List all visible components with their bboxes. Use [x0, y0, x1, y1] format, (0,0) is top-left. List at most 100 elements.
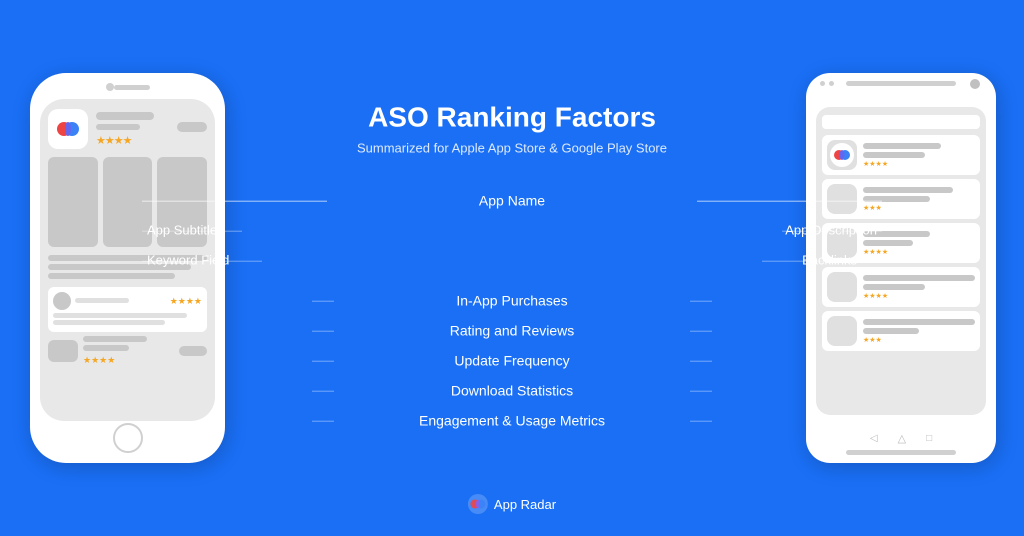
android-dot-2: [829, 81, 834, 86]
review-text-bar-2: [53, 320, 165, 325]
line-center-rating-l: [312, 330, 334, 331]
android-back-btn: ◁: [870, 433, 878, 444]
android-speaker: [846, 81, 956, 86]
bottom-text-area: ★★★★: [83, 336, 174, 366]
android-app-row-4: ★★★★: [822, 267, 980, 307]
factor-download: Download Statistics: [342, 375, 682, 405]
android-stars-2: ★★★: [863, 204, 975, 212]
line-center-update-l: [312, 360, 334, 361]
android-app-row-2: ★★★: [822, 179, 980, 219]
android-home-btn: △: [898, 432, 906, 445]
review-stars: ★★★★: [170, 296, 202, 307]
line-center-inapp-r: [690, 300, 712, 301]
app-subtitle-bar: [96, 124, 140, 130]
appname-label: App Name: [479, 192, 545, 208]
line-center-download-r: [690, 390, 712, 391]
factor-inapp: In-App Purchases: [342, 285, 682, 315]
app-radar-logo: [468, 494, 488, 514]
android-bottom-bar: [846, 450, 956, 455]
android-app-info-5: ★★★: [863, 319, 975, 344]
spacer-1: [342, 275, 682, 285]
iphone-speaker: [114, 85, 150, 90]
reviewer-name-bar: [75, 298, 129, 303]
review-item: ★★★★: [48, 287, 207, 332]
android-app-icon-5: [827, 316, 857, 346]
line-center-engagement-l: [312, 420, 334, 421]
reviewer-avatar: [53, 292, 71, 310]
android-app-sub-3: [863, 240, 913, 246]
screenshot-2: [103, 157, 153, 247]
android-app-sub-1: [863, 152, 925, 158]
inapp-label: In-App Purchases: [456, 292, 567, 308]
review-text-bar-1: [53, 313, 187, 318]
android-app-row-1: ★★★★: [822, 135, 980, 175]
android-app-name-4: [863, 275, 975, 281]
android-stars-4: ★★★★: [863, 292, 975, 300]
bottom-button-bar: [179, 346, 207, 356]
factors-container: App Name App Subtitle App Description Ke…: [342, 185, 682, 435]
subtitle-left-label: App Subtitle: [147, 223, 217, 238]
get-button-bottom: ★★★★: [48, 336, 207, 366]
iphone-mockup: ★★★★: [30, 73, 225, 463]
line-left-appname: [142, 200, 327, 201]
rating-label: Rating and Reviews: [450, 322, 575, 338]
bottom-stars: ★★★★: [83, 355, 174, 366]
line-center-update-r: [690, 360, 712, 361]
android-stars-3: ★★★★: [863, 248, 975, 256]
subtitle-description-row: App Subtitle App Description: [342, 215, 682, 245]
android-app-name-5: [863, 319, 975, 325]
get-button-area: [177, 122, 207, 136]
factor-appname: App Name: [342, 185, 682, 215]
desc-bar-3: [48, 273, 175, 279]
bottom-text-bar: [83, 336, 147, 342]
line-right-appname: [697, 200, 882, 201]
review-header: ★★★★: [53, 292, 202, 310]
line-center-rating-r: [690, 330, 712, 331]
download-label: Download Statistics: [451, 382, 573, 398]
android-app-icon-4: [827, 272, 857, 302]
keyword-backlinks-row: Keyword Field Backlinks: [342, 245, 682, 275]
android-dot-1: [820, 81, 825, 86]
line-right-backlinks: [762, 260, 852, 261]
brand-name: App Radar: [494, 497, 556, 512]
keyword-left-label: Keyword Field: [147, 253, 229, 268]
android-dots: [820, 81, 834, 86]
main-container: ★★★★: [0, 0, 1024, 536]
android-app-info-3: ★★★★: [863, 231, 975, 256]
android-nav: ◁ △ □: [870, 432, 932, 445]
android-mockup: ★★★★ ★★★ ★★★★: [806, 73, 996, 463]
app-header-section: ★★★★: [48, 109, 207, 149]
page-subtitle: Summarized for Apple App Store & Google …: [342, 140, 682, 155]
android-search-bar: [822, 115, 980, 129]
android-app-name-1: [863, 143, 941, 149]
review-section: ★★★★ ★★★★: [48, 287, 207, 366]
line-center-inapp-l: [312, 300, 334, 301]
screenshot-1: [48, 157, 98, 247]
android-app-info-1: ★★★★: [863, 143, 975, 168]
android-app-icon-1: [827, 140, 857, 170]
iphone-home-button: [113, 423, 143, 453]
android-stars-5: ★★★: [863, 336, 975, 344]
review-name-area: [75, 298, 166, 305]
update-label: Update Frequency: [454, 352, 569, 368]
app-name-bar: [96, 112, 154, 120]
factor-rating: Rating and Reviews: [342, 315, 682, 345]
iphone-frame: ★★★★: [30, 73, 225, 463]
iphone-camera: [106, 83, 114, 91]
branding-section: App Radar: [468, 494, 556, 514]
app-info: ★★★★: [96, 112, 169, 147]
android-camera: [970, 79, 980, 89]
bottom-icon: [48, 340, 78, 362]
factor-engagement: Engagement & Usage Metrics: [342, 405, 682, 435]
android-app-name-2: [863, 187, 953, 193]
line-right-description: [782, 230, 882, 231]
line-center-engagement-r: [690, 420, 712, 421]
factor-update: Update Frequency: [342, 345, 682, 375]
android-recent-btn: □: [926, 433, 932, 444]
android-app-icon-2: [827, 184, 857, 214]
android-app-info-4: ★★★★: [863, 275, 975, 300]
line-center-download-l: [312, 390, 334, 391]
android-app-row-5: ★★★: [822, 311, 980, 351]
android-app-info-2: ★★★: [863, 187, 975, 212]
center-content-panel: ASO Ranking Factors Summarized for Apple…: [342, 101, 682, 436]
